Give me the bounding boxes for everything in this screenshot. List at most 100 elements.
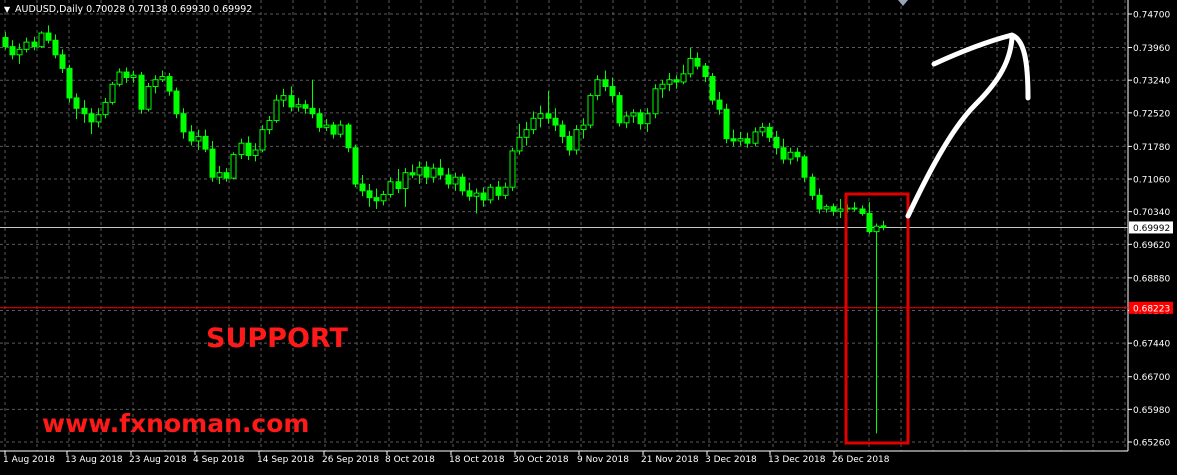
time-tick-label: 8 Oct 2018 [385, 455, 435, 465]
candle-body-bear [66, 67, 73, 99]
current-price-label: 0.69992 [1133, 224, 1170, 234]
price-tick-label: 0.67440 [1133, 340, 1170, 350]
candle-body-bull [687, 57, 694, 75]
candle-body-bull [652, 88, 659, 115]
candle-body-bear [73, 97, 80, 109]
candle-body-bear [566, 135, 573, 151]
candle-body-bear [45, 32, 52, 41]
candle [38, 31, 45, 49]
candle-body-bear [495, 186, 502, 196]
candle-body-bear [709, 76, 716, 101]
candle-body-bull [430, 167, 437, 178]
candle-body-bear [52, 39, 59, 56]
time-tick-label: 14 Sep 2018 [257, 455, 314, 465]
price-tick-label: 0.73960 [1133, 44, 1170, 54]
candle-body-bull [145, 86, 152, 110]
candle-body-bull [238, 142, 245, 156]
candle [587, 93, 594, 129]
candle-body-bear [330, 124, 337, 135]
candle-body-bull [130, 74, 137, 78]
candle-body-bull [573, 129, 580, 151]
candle-body-bear [637, 112, 644, 125]
candle-body-bull [195, 135, 202, 142]
candle-body-bear [373, 197, 380, 202]
candle-body-bear [173, 90, 180, 115]
candle-body-bull [587, 95, 594, 126]
candle [345, 122, 352, 153]
candle-body-bull [759, 126, 766, 133]
candle-body-bear [723, 108, 730, 140]
candle [616, 91, 623, 127]
candle-body-bear [437, 167, 444, 176]
candle [109, 82, 116, 105]
candle-body-bear [31, 41, 38, 48]
candle-body-bear [466, 190, 473, 197]
candle-body-bull [630, 112, 637, 117]
candle-body-bull [502, 186, 509, 196]
candle-body-bull [23, 41, 30, 50]
candle-body-bull [16, 48, 23, 56]
candle-body-bull [216, 172, 223, 178]
candle-body-bull [337, 124, 344, 135]
candle [723, 103, 730, 144]
candle-body-bull [837, 208, 844, 212]
candle-body-bull [95, 114, 102, 123]
chart-header-ohlc: AUDUSD,Daily 0.70028 0.70138 0.69930 0.6… [15, 4, 252, 15]
price-tick-label: 0.68880 [1133, 274, 1170, 284]
candle-body-bear [801, 156, 808, 178]
candle-body-bear [816, 194, 823, 210]
candle-body-bull [737, 138, 744, 142]
candle-body-bull [259, 129, 266, 151]
candle-body-bull [509, 150, 516, 188]
time-tick-label: 30 Oct 2018 [513, 455, 569, 465]
candle-body-bear [694, 57, 701, 67]
candle-body-bull [530, 117, 537, 131]
candle-body-bull [594, 79, 601, 97]
candle-body-bear [180, 113, 187, 133]
price-tick-label: 0.70340 [1133, 208, 1170, 218]
website-annotation: www.fxnoman.com [42, 409, 309, 438]
candle-body-bear [345, 124, 352, 149]
candle-body-bear [209, 148, 216, 178]
candle [138, 72, 145, 114]
candle-body-bear [366, 190, 373, 199]
candle-body-bear [702, 65, 709, 78]
candle-body-bull [252, 149, 259, 156]
candle-body-bull [516, 136, 523, 152]
time-tick-label: 18 Oct 2018 [449, 455, 505, 465]
candle-body-bear [459, 176, 466, 192]
candle-body-bull [416, 166, 423, 176]
candle-body-bear [59, 54, 66, 69]
candle-body-bull [537, 113, 544, 119]
candle-body-bear [88, 113, 95, 123]
candle-body-bull [659, 83, 666, 90]
candle [801, 154, 808, 182]
support-price-label: 0.68223 [1133, 304, 1170, 314]
candle-body-bear [359, 183, 366, 192]
time-tick-label: 26 Sep 2018 [322, 455, 379, 465]
candlestick-chart: 0.74700 0.73960 0.73240 0.72520 0.71780 0.710… [0, 0, 1177, 471]
candle-body-bear [166, 76, 173, 92]
candle-body-bull [644, 113, 651, 125]
candle [173, 87, 180, 119]
candle-body-bull [102, 101, 109, 116]
candle-body-bear [673, 79, 680, 83]
candle-body-bear [288, 95, 295, 108]
candle-body-bear [602, 79, 609, 88]
candle-body-bear [245, 142, 252, 156]
symbol-dropdown-arrow[interactable]: ▼ [4, 5, 11, 14]
candle-body-bear [9, 46, 16, 56]
candle-body-bull [402, 172, 409, 190]
price-tick-label: 0.65980 [1133, 406, 1170, 416]
candle-body-bull [295, 104, 302, 108]
candle-body-bear [809, 176, 816, 196]
candle-body-bull [523, 129, 530, 138]
candle [709, 72, 716, 105]
price-axis: 0.74700 0.73960 0.73240 0.72520 0.71780 0.710… [1128, 11, 1173, 449]
candle-body-bear [445, 174, 452, 185]
candle-body-bull [473, 192, 480, 197]
time-tick-label: 26 Dec 2018 [832, 455, 890, 465]
candle-body-bear [352, 147, 359, 185]
support-annotation: SUPPORT [206, 323, 348, 354]
candle-body-bull [873, 225, 880, 233]
